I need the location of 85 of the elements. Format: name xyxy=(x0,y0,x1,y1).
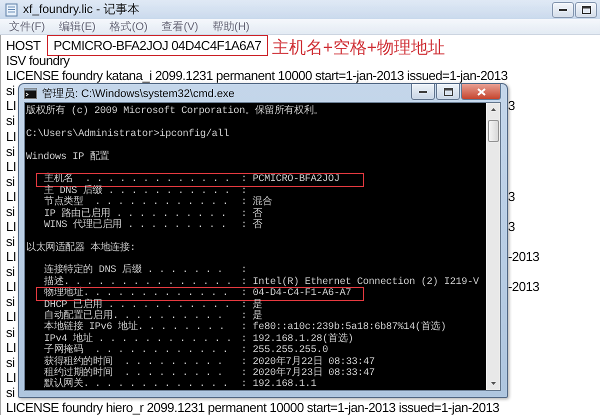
field-label: 子网掩码 . . . . . . . . . . . . xyxy=(44,345,230,356)
text-line: si xyxy=(6,204,15,219)
text-line: si xyxy=(6,324,15,340)
field-label: 本地链接 IPv6 地址. . . . . . . . xyxy=(44,322,226,334)
minimize-button[interactable] xyxy=(411,84,435,100)
text-line: LI xyxy=(6,249,16,264)
text-line: si xyxy=(6,264,15,280)
field-label: 默认网关. . . . . . . . . . . . . xyxy=(44,379,230,390)
field-value: : 192.168.1.1 xyxy=(241,379,316,390)
console-line: 以太网适配器 本地连接: xyxy=(26,242,136,254)
menu-item[interactable]: 帮助(H) xyxy=(212,19,250,34)
field-value: : Intel(R) Ethernet Connection (2) I219-V xyxy=(241,276,479,288)
field-value: : 混合 xyxy=(241,197,272,208)
maximize-button[interactable] xyxy=(436,84,460,100)
menu-item[interactable]: 编辑(E) xyxy=(59,19,96,34)
field-label: 连接特定的 DNS 后缀 . . . . . . . xyxy=(44,265,224,276)
text-line: LICENSE foundry hiero_r 2099.1231 permanent 10000 start=1-jan-2013 issued=1-jan-2013 xyxy=(6,400,500,415)
console-line: C:\Users\Administrator>ipconfig/all xyxy=(26,128,230,140)
text-line: si xyxy=(6,174,15,189)
field-label: WINS 代理已启用 . . . . . . . . . xyxy=(44,220,241,232)
field-value: : fe80::a10c:239b:5a18:6b87%14(首选) xyxy=(241,322,446,334)
text-line: LI xyxy=(6,158,16,174)
field-value: : 04-D4-C4-F1-A6-A7 xyxy=(241,288,352,300)
close-icon xyxy=(476,88,486,96)
window-title: 管理员: C:\Windows\system32\cmd.exe xyxy=(42,86,235,100)
text-line: LI xyxy=(6,370,16,385)
field-value: : xyxy=(241,265,247,277)
text-line: HOST xyxy=(6,38,41,54)
field-label: IPv4 地址 . . . . . . . . . . . . xyxy=(44,334,233,345)
text-line: si xyxy=(6,144,15,159)
field-label: 描述. . . . . . . . . . . . . . . xyxy=(44,276,233,288)
field-label: 获得租约的时间 . . . . . . . . . xyxy=(44,356,224,368)
maximize-icon xyxy=(582,6,590,14)
text-line: si xyxy=(6,294,15,310)
field-value: : 192.168.1.28(首选) xyxy=(241,334,354,345)
console-icon xyxy=(24,88,37,98)
text-line: LI xyxy=(6,309,16,325)
field-label: DHCP 已启用 . . . . . . . . . . . xyxy=(44,300,232,311)
field-value: : 2020年7月22日 08:33:47 xyxy=(241,356,375,368)
field-value: : 否 xyxy=(241,220,262,232)
close-button[interactable] xyxy=(461,84,501,100)
highlighted-text: PCMICRO-BFA2JOJ 04D4C4F1A6A7 xyxy=(46,35,268,56)
menu-item[interactable]: 文件(F) xyxy=(9,19,46,34)
text-line: si xyxy=(6,384,15,400)
menu-item[interactable]: 格式(O) xyxy=(110,19,148,34)
text-line: LI xyxy=(6,218,16,234)
field-value: : 否 xyxy=(241,208,262,220)
field-label: 主 DNS 后缀 . . . . . . . . . . . xyxy=(44,186,232,197)
annotation-text: 主机名+空格+物理地址 xyxy=(272,37,445,59)
console-line: Windows IP 配置 xyxy=(26,152,110,163)
field-label: 节点类型 . . . . . . . . . . . . xyxy=(44,197,230,208)
maximize-icon xyxy=(444,88,452,96)
scrollbar-thumb[interactable] xyxy=(488,120,498,142)
text-line-end: 3 xyxy=(508,98,515,114)
text-line: si xyxy=(6,83,15,98)
minimize-icon xyxy=(559,8,567,12)
text-line: LICENSE foundry katana_i 2099.1231 permanent 10000 start=1-jan-2013 issued=1-jan-2013 xyxy=(6,68,508,84)
text-line-end: -2013 xyxy=(508,249,540,264)
text-line-end: 3 xyxy=(508,218,515,234)
text-line: si xyxy=(6,354,15,370)
field-value: : 是 xyxy=(241,311,262,322)
field-value: : PCMICRO-BFA2JOJ xyxy=(241,174,340,186)
window-title: xf_foundry.lic - 记事本 xyxy=(23,1,140,18)
text-line: LI xyxy=(6,279,16,294)
maximize-button[interactable] xyxy=(575,2,597,18)
text-line: LI xyxy=(6,128,16,144)
field-value: : 是 xyxy=(241,300,262,311)
console-line: 版权所有 (c) 2009 Microsoft Corporation。保留所有权利。 xyxy=(26,106,324,118)
field-value: : 2020年7月23日 08:33:47 xyxy=(241,368,375,379)
menu-item[interactable]: 查看(V) xyxy=(162,19,198,34)
scrollbar[interactable] xyxy=(486,103,500,390)
text-line: LI xyxy=(6,98,16,114)
text-line: LI xyxy=(6,340,16,355)
minimize-icon xyxy=(419,90,427,93)
field-value: : 255.255.255.0 xyxy=(241,345,328,356)
text-line: si xyxy=(6,234,15,250)
field-value: : xyxy=(241,186,247,198)
minimize-button[interactable] xyxy=(552,2,574,18)
text-line: LI xyxy=(6,188,16,204)
field-label: IP 路由已启用 . . . . . . . . . . xyxy=(44,208,228,220)
notepad-icon xyxy=(5,2,18,17)
text-line-end: 3 xyxy=(508,188,515,204)
text-line-end: -2013 xyxy=(508,279,540,294)
text-line: si xyxy=(6,113,15,129)
field-label: 租约过期的时间 . . . . . . . . . xyxy=(44,368,224,379)
